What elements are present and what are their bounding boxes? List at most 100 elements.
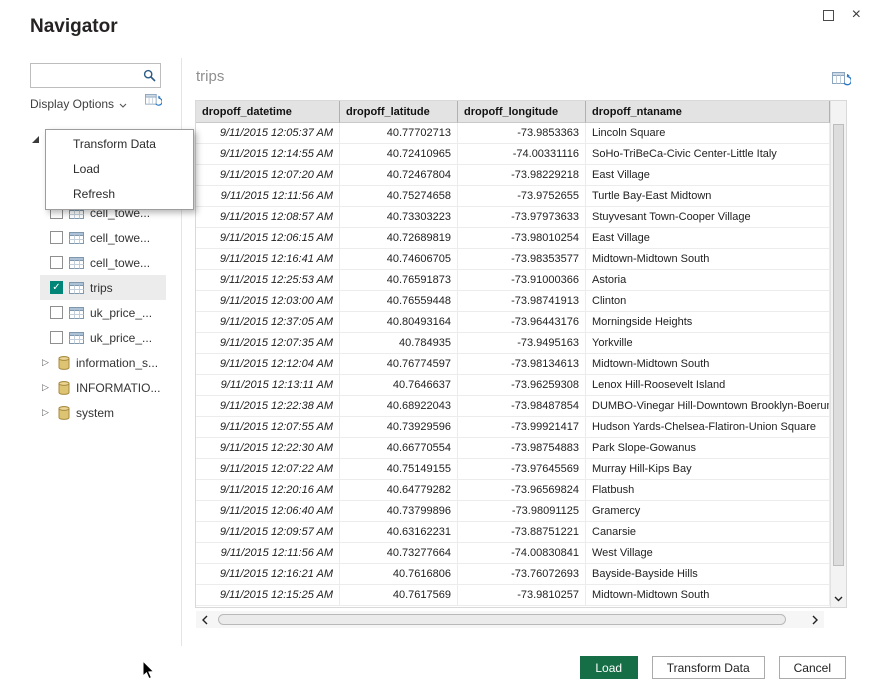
tree-item-uk-price[interactable]: uk_price_... <box>40 300 166 325</box>
checkbox-unchecked[interactable] <box>50 231 63 244</box>
table-row: 9/11/2015 12:11:56 AM40.73277664-74.0083… <box>196 543 846 564</box>
table-cell: 40.66770554 <box>340 438 458 459</box>
table-cell: -73.98754883 <box>458 438 586 459</box>
table-cell: Lenox Hill-Roosevelt Island <box>586 375 830 396</box>
table-row: 9/11/2015 12:37:05 AM40.80493164-73.9644… <box>196 312 846 333</box>
table-cell: Flatbush <box>586 480 830 501</box>
preview-table: dropoff_datetimedropoff_latitudedropoff_… <box>196 101 846 607</box>
checkbox-unchecked[interactable] <box>50 256 63 269</box>
load-button[interactable]: Load <box>580 656 638 679</box>
table-row: 9/11/2015 12:15:25 AM40.7617569-73.98102… <box>196 585 846 606</box>
table-cell: 9/11/2015 12:16:41 AM <box>196 249 340 270</box>
checkbox-checked[interactable]: ✓ <box>50 281 63 294</box>
table-icon <box>69 282 84 294</box>
table-header-row: dropoff_datetimedropoff_latitudedropoff_… <box>196 101 846 123</box>
mouse-cursor <box>142 660 155 685</box>
scroll-right-icon[interactable] <box>806 615 824 625</box>
display-options-label: Display Options <box>30 97 114 111</box>
table-cell: -73.98487854 <box>458 396 586 417</box>
tree-expanded-arrow-icon[interactable] <box>31 131 40 149</box>
search-input[interactable] <box>31 68 138 84</box>
table-cell: 40.7617569 <box>340 585 458 606</box>
horizontal-scrollbar[interactable] <box>196 611 824 628</box>
table-cell: 40.73303223 <box>340 207 458 228</box>
table-cell: 9/11/2015 12:03:00 AM <box>196 291 340 312</box>
footer-buttons: Load Transform Data Cancel <box>580 656 846 679</box>
table-row: 9/11/2015 12:09:57 AM40.63162231-73.8875… <box>196 522 846 543</box>
database-icon <box>58 406 70 420</box>
refresh-preview-icon[interactable] <box>145 94 162 114</box>
refresh-preview-table-icon[interactable] <box>832 72 851 94</box>
expand-arrow-icon[interactable]: ▷ <box>42 383 52 392</box>
scroll-down-icon[interactable] <box>831 591 846 606</box>
table-cell: Turtle Bay-East Midtown <box>586 186 830 207</box>
table-cell: Yorkville <box>586 333 830 354</box>
table-cell: Canarsie <box>586 522 830 543</box>
table-cell: 40.63162231 <box>340 522 458 543</box>
table-row: 9/11/2015 12:07:35 AM40.784935-73.949516… <box>196 333 846 354</box>
table-cell: Gramercy <box>586 501 830 522</box>
tree-item-cell-towe[interactable]: cell_towe... <box>40 250 166 275</box>
table-cell: Clinton <box>586 291 830 312</box>
table-row: 9/11/2015 12:25:53 AM40.76591873-73.9100… <box>196 270 846 291</box>
table-icon <box>69 332 84 344</box>
display-options-dropdown[interactable]: Display Options <box>30 97 127 111</box>
table-cell: -74.00830841 <box>458 543 586 564</box>
table-cell: -73.96569824 <box>458 480 586 501</box>
tree-item-label: uk_price_... <box>90 306 152 320</box>
table-cell: 40.75274658 <box>340 186 458 207</box>
table-cell: Park Slope-Gowanus <box>586 438 830 459</box>
menu-item-transform-data[interactable]: Transform Data <box>46 132 193 157</box>
table-cell: -73.98134613 <box>458 354 586 375</box>
table-cell: 40.72467804 <box>340 165 458 186</box>
transform-data-button[interactable]: Transform Data <box>652 656 765 679</box>
table-cell: 40.73277664 <box>340 543 458 564</box>
table-body: 9/11/2015 12:05:37 AM40.77702713-73.9853… <box>196 123 846 606</box>
table-row: 9/11/2015 12:06:40 AM40.73799896-73.9809… <box>196 501 846 522</box>
checkbox-unchecked[interactable] <box>50 306 63 319</box>
preview-title: trips <box>196 68 224 85</box>
table-row: 9/11/2015 12:20:16 AM40.64779282-73.9656… <box>196 480 846 501</box>
database-icon <box>58 381 70 395</box>
table-cell: -73.96443176 <box>458 312 586 333</box>
table-cell: 9/11/2015 12:06:15 AM <box>196 228 340 249</box>
table-cell: 40.784935 <box>340 333 458 354</box>
search-icon[interactable] <box>138 69 160 82</box>
table-cell: 9/11/2015 12:07:55 AM <box>196 417 340 438</box>
maximize-icon[interactable] <box>823 10 834 21</box>
vertical-scrollbar[interactable] <box>830 101 846 607</box>
cancel-button[interactable]: Cancel <box>779 656 846 679</box>
checkbox-unchecked[interactable] <box>50 331 63 344</box>
menu-item-load[interactable]: Load <box>46 157 193 182</box>
table-cell: -73.98229218 <box>458 165 586 186</box>
tree-item-informatio[interactable]: ▷INFORMATIO... <box>40 375 166 400</box>
tree-item-label: uk_price_... <box>90 331 152 345</box>
expand-arrow-icon[interactable]: ▷ <box>42 408 52 417</box>
tree-item-information-s[interactable]: ▷ information_s... <box>40 350 166 375</box>
tree-item-label: information_s... <box>76 356 158 370</box>
table-cell: Midtown-Midtown South <box>586 585 830 606</box>
horizontal-scrollbar-thumb[interactable] <box>218 614 786 625</box>
table-cell: Stuyvesant Town-Cooper Village <box>586 207 830 228</box>
tree-item-uk-price[interactable]: uk_price_... <box>40 325 166 350</box>
table-cell: 40.72689819 <box>340 228 458 249</box>
dialog-title: Navigator <box>30 16 118 38</box>
table-icon <box>69 257 84 269</box>
table-cell: -73.96259308 <box>458 375 586 396</box>
table-cell: 9/11/2015 12:06:40 AM <box>196 501 340 522</box>
tree-item-trips[interactable]: ✓trips <box>40 275 166 300</box>
expand-arrow-icon[interactable]: ▷ <box>42 358 52 367</box>
tree-item-cell-towe[interactable]: cell_towe... <box>40 225 166 250</box>
table-cell: 9/11/2015 12:37:05 AM <box>196 312 340 333</box>
table-cell: 9/11/2015 12:25:53 AM <box>196 270 340 291</box>
menu-item-refresh[interactable]: Refresh <box>46 182 193 207</box>
table-cell: Hudson Yards-Chelsea-Flatiron-Union Squa… <box>586 417 830 438</box>
table-row: 9/11/2015 12:07:22 AM40.75149155-73.9764… <box>196 459 846 480</box>
scroll-left-icon[interactable] <box>196 615 214 625</box>
close-icon[interactable]: × <box>852 7 861 23</box>
tree-item-system[interactable]: ▷system <box>40 400 166 425</box>
vertical-scrollbar-thumb[interactable] <box>833 124 844 566</box>
table-cell: 9/11/2015 12:12:04 AM <box>196 354 340 375</box>
table-cell: -74.00331116 <box>458 144 586 165</box>
table-cell: East Village <box>586 165 830 186</box>
